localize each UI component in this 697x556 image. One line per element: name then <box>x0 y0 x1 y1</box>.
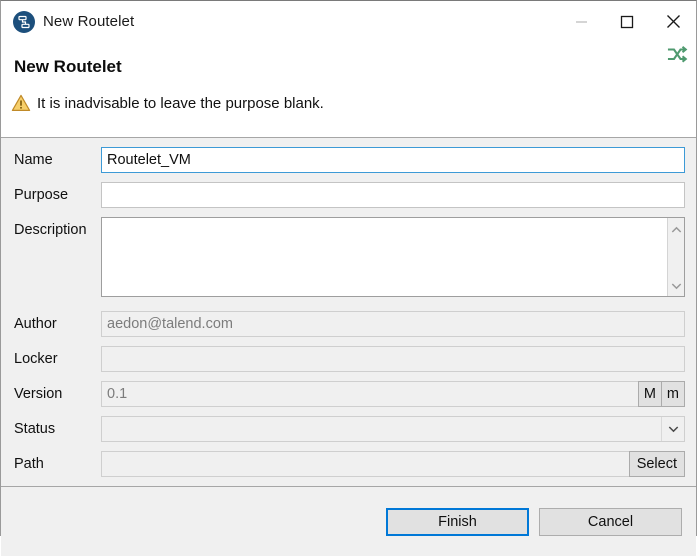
description-label: Description <box>14 222 87 238</box>
status-control <box>101 416 685 442</box>
page-title: New Routelet <box>14 57 122 76</box>
locker-input <box>101 346 685 372</box>
finish-button[interactable]: Finish <box>386 507 529 536</box>
path-control: Select <box>101 451 685 477</box>
shuffle-icon <box>664 42 690 68</box>
author-control <box>101 311 685 337</box>
author-label: Author <box>14 316 57 332</box>
row-path: Path Select <box>1 451 696 477</box>
author-input <box>101 311 685 337</box>
status-dropdown[interactable] <box>101 416 685 442</box>
description-scrollbar[interactable] <box>667 218 684 296</box>
close-icon[interactable] <box>650 1 696 42</box>
version-major-button[interactable]: M <box>637 381 662 407</box>
row-name: Name <box>1 147 696 173</box>
version-label: Version <box>14 386 63 402</box>
path-input <box>101 451 630 477</box>
row-purpose: Purpose <box>1 182 696 208</box>
path-select-button[interactable]: Select <box>628 451 685 477</box>
warning-text: It is inadvisable to leave the purpose b… <box>37 94 324 112</box>
purpose-label: Purpose <box>14 187 69 203</box>
locker-label: Locker <box>14 351 58 367</box>
minimize-icon[interactable] <box>558 1 604 42</box>
dialog-footer: Finish Cancel <box>1 487 696 556</box>
row-author: Author <box>1 311 696 337</box>
description-control <box>101 217 685 297</box>
version-minor-button[interactable]: m <box>660 381 685 407</box>
window-title: New Routelet <box>43 13 135 30</box>
maximize-icon[interactable] <box>604 1 650 42</box>
title-bar: New Routelet <box>1 1 696 42</box>
status-label: Status <box>14 421 56 437</box>
scroll-up-icon[interactable] <box>671 221 682 237</box>
path-label: Path <box>14 456 44 472</box>
row-version: Version M m <box>1 381 696 407</box>
locker-control <box>101 346 685 372</box>
warning-triangle-icon <box>11 93 31 113</box>
row-locker: Locker <box>1 346 696 372</box>
warning-message: It is inadvisable to leave the purpose b… <box>11 93 324 113</box>
version-control: M m <box>101 381 685 407</box>
row-description: Description <box>1 217 696 297</box>
chevron-down-icon[interactable] <box>661 417 684 441</box>
scroll-down-icon[interactable] <box>671 277 682 293</box>
row-status: Status <box>1 416 696 442</box>
name-label: Name <box>14 152 53 168</box>
dialog-header: New Routelet It is inadvisable to leave … <box>1 42 696 138</box>
description-textarea[interactable] <box>101 217 685 297</box>
new-routelet-dialog: New Routelet New Routelet It is inadvisa… <box>0 0 697 556</box>
cancel-button[interactable]: Cancel <box>539 507 682 536</box>
name-control <box>101 147 685 173</box>
window-controls <box>558 1 696 42</box>
purpose-control <box>101 182 685 208</box>
version-input <box>101 381 639 407</box>
routelet-icon <box>13 10 35 33</box>
purpose-input[interactable] <box>101 182 685 208</box>
name-input[interactable] <box>101 147 685 173</box>
form-body: Name Purpose Description <box>1 138 696 487</box>
